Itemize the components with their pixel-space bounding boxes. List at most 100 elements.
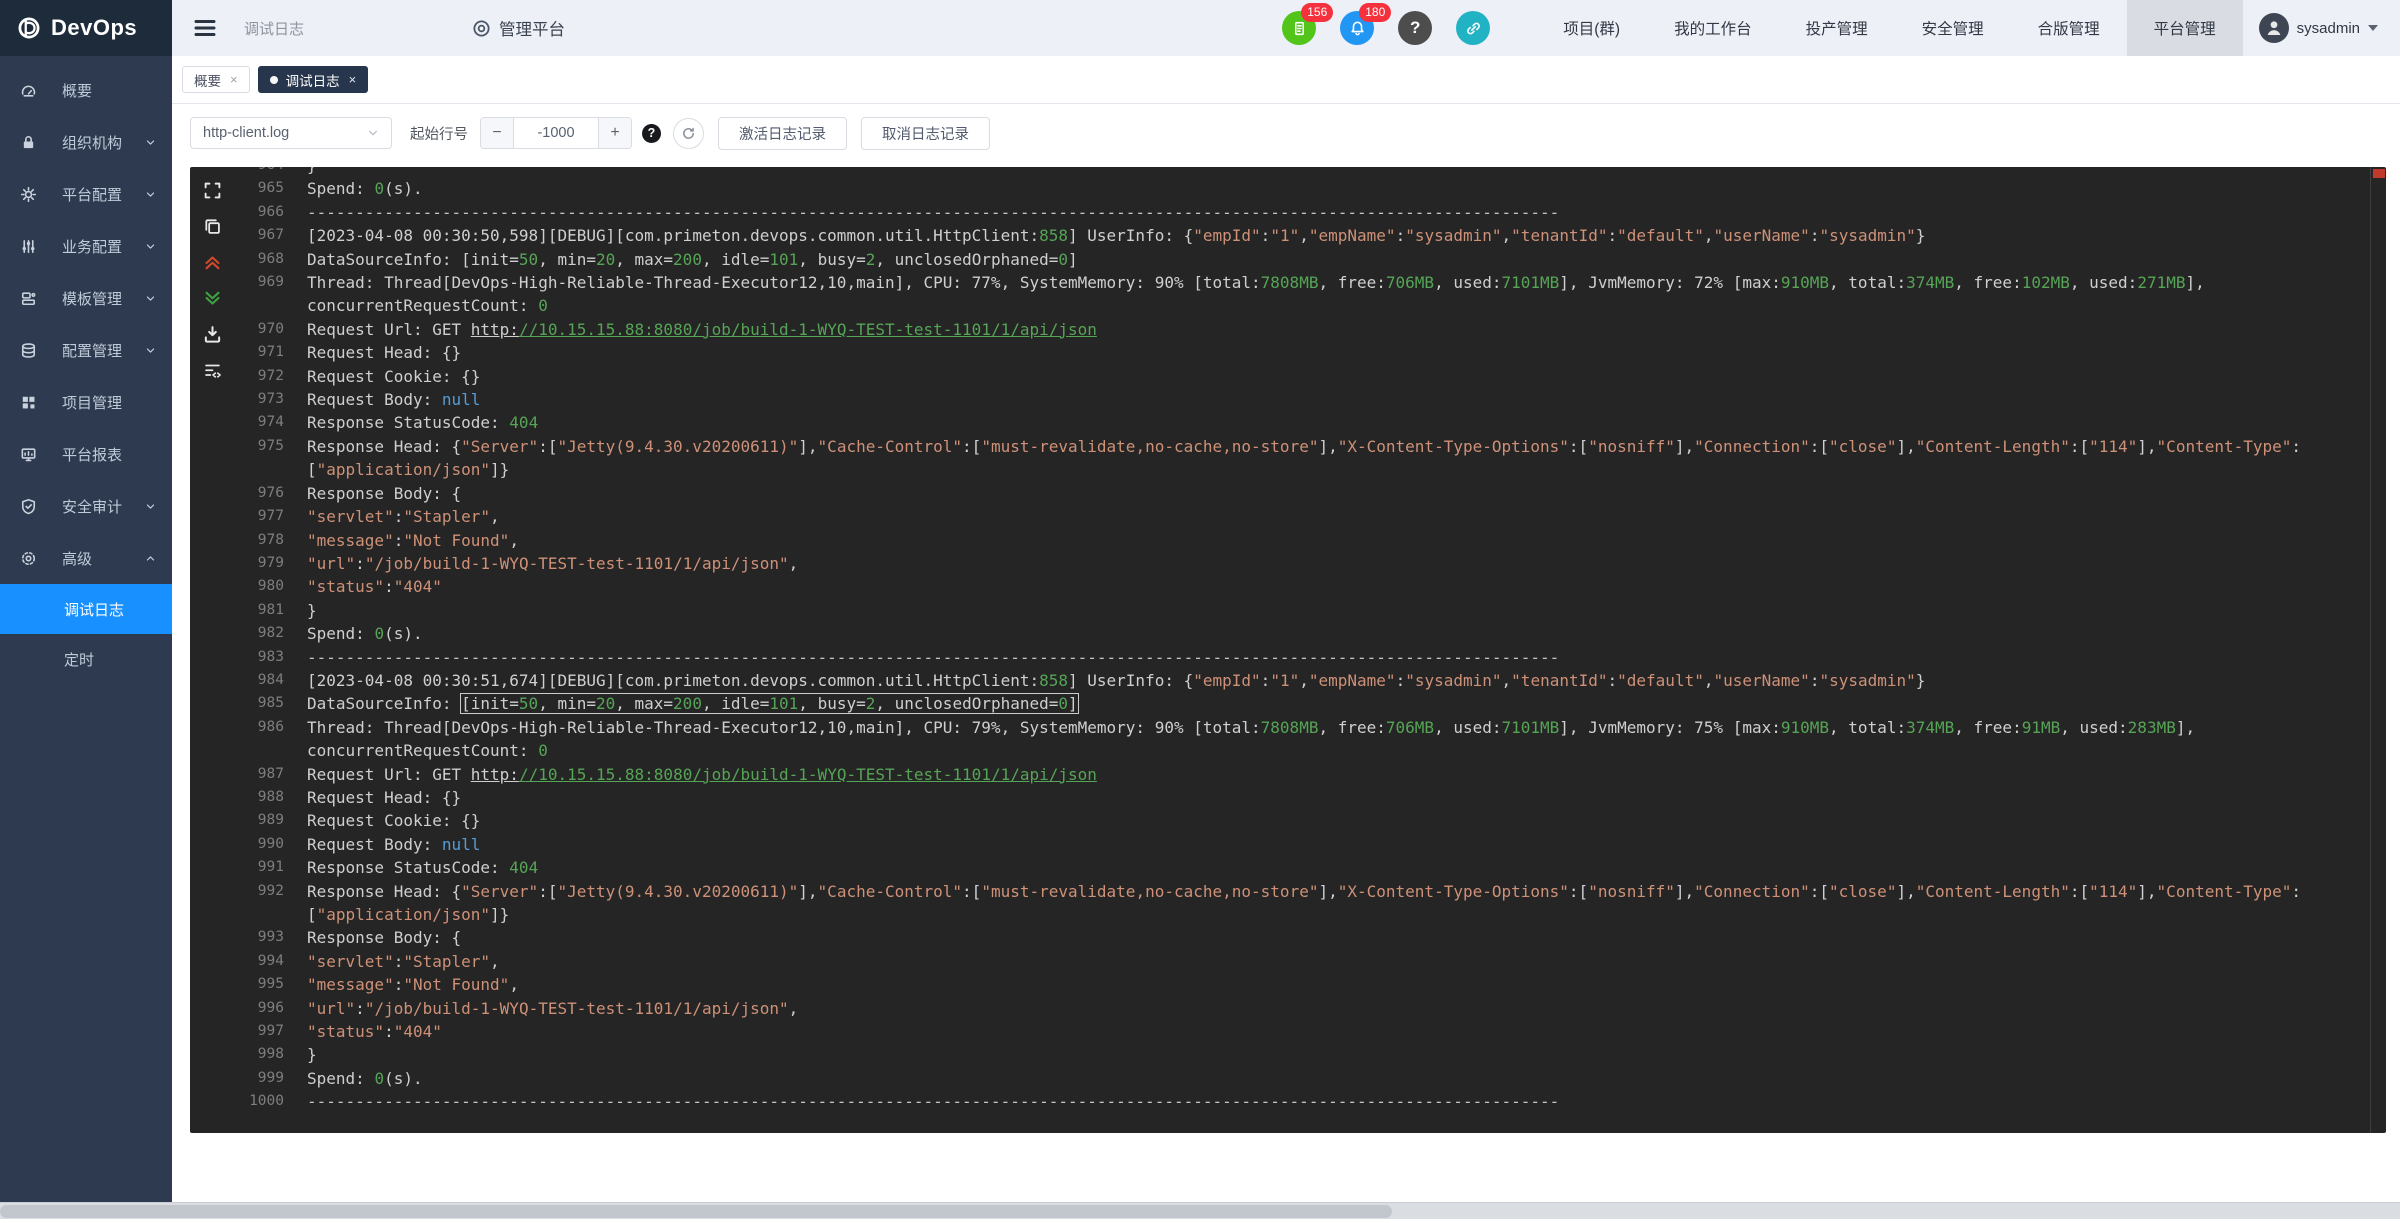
- sidebar-item-label: 配置管理: [62, 342, 123, 360]
- soft-wrap-icon[interactable]: [203, 361, 222, 380]
- copy-icon[interactable]: [203, 217, 222, 236]
- lock-icon: [20, 134, 37, 151]
- log-line-text: }: [307, 600, 317, 620]
- document-icon: [1291, 20, 1308, 37]
- sidebar-item-label: 项目管理: [62, 394, 123, 412]
- log-row: 999 Spend: 0(s).: [234, 1067, 2370, 1090]
- log-row: 970 Request Url: GET http://10.15.15.88:8…: [234, 318, 2370, 341]
- line-number: 984: [257, 671, 284, 688]
- notification-badge: 156: [1301, 3, 1334, 22]
- nav-item[interactable]: 平台管理: [2126, 0, 2243, 56]
- log-line-text: [2023-04-08 00:30:50,598][DEBUG][com.pri…: [307, 226, 1926, 246]
- sidebar-item[interactable]: 组织机构: [0, 116, 172, 168]
- report-icon: [20, 446, 37, 463]
- log-row: 995 "message":"Not Found",: [234, 973, 2370, 996]
- log-file-select[interactable]: http-client.log: [190, 117, 392, 149]
- nav-item[interactable]: 投产管理: [1779, 0, 1895, 56]
- log-row: ["application/json"]}: [234, 458, 2370, 481]
- log-line-text: DataSourceInfo: [init=50, min=20, max=20…: [307, 249, 1078, 269]
- gauge-icon: [20, 82, 37, 99]
- sidebar-subitem[interactable]: 定时: [0, 634, 172, 684]
- line-number: 999: [257, 1069, 284, 1086]
- sidebar-item[interactable]: 高级: [0, 532, 172, 584]
- header-nav: 项目(群) 我的工作台 投产管理 安全管理 合版管理 平台管理: [1536, 0, 2243, 56]
- log-line-text: ----------------------------------------…: [307, 647, 1560, 667]
- refresh-button[interactable]: [673, 117, 704, 149]
- log-row: concurrentRequestCount: 0: [234, 739, 2370, 762]
- log-row: 967 [2023-04-08 00:30:50,598][DEBUG][com.…: [234, 224, 2370, 247]
- user-menu[interactable]: sysadmin: [2243, 0, 2400, 56]
- line-number: 974: [257, 414, 284, 431]
- help-icon[interactable]: ?: [642, 123, 661, 143]
- question-button[interactable]: ?: [1398, 11, 1433, 45]
- log-row: 966 -------------------------------------…: [234, 201, 2370, 224]
- line-number: 972: [257, 367, 284, 384]
- chevron-down-icon: [2368, 25, 2378, 31]
- log-row: concurrentRequestCount: 0: [234, 294, 2370, 317]
- log-row: 998}: [234, 1043, 2370, 1066]
- bell-icon: [1349, 20, 1366, 37]
- horizontal-scrollbar[interactable]: [0, 1202, 2400, 1219]
- sidebar-item[interactable]: 配置管理: [0, 324, 172, 376]
- sidebar-item-label: 组织机构: [62, 134, 123, 152]
- log-viewer: 964} 965 Spend: 0(s). 966 ------------------…: [190, 167, 2386, 1133]
- log-row: 997 "status":"404": [234, 1020, 2370, 1043]
- advanced-icon: [20, 550, 37, 567]
- log-line-text: Response Head: {"Server":["Jetty(9.4.30.…: [307, 436, 2302, 456]
- sidebar-item[interactable]: 平台报表: [0, 428, 172, 480]
- close-icon[interactable]: ×: [349, 72, 357, 87]
- tab[interactable]: 概要 ×: [182, 66, 250, 93]
- log-line-text: concurrentRequestCount: 0: [307, 296, 548, 316]
- scroll-top-icon[interactable]: [203, 253, 222, 272]
- sidebar-item[interactable]: 业务配置: [0, 220, 172, 272]
- log-line-text: Spend: 0(s).: [307, 624, 423, 644]
- sidebar-item[interactable]: 项目管理: [0, 376, 172, 428]
- scroll-bottom-icon[interactable]: [203, 289, 222, 308]
- decrement-button[interactable]: −: [481, 118, 513, 148]
- document-button[interactable]: 156: [1282, 3, 1334, 45]
- chevron-down-icon: [145, 345, 156, 356]
- download-icon[interactable]: [203, 325, 222, 344]
- tab-label: 概要: [194, 73, 221, 89]
- activate-logging-button[interactable]: 激活日志记录: [718, 116, 847, 150]
- horizontal-scrollbar-thumb[interactable]: [0, 1205, 1392, 1218]
- log-line-text: "message":"Not Found",: [307, 530, 519, 550]
- sidebar-item[interactable]: 平台配置: [0, 168, 172, 220]
- bell-button[interactable]: 180: [1340, 3, 1392, 45]
- line-number: 986: [257, 718, 284, 735]
- log-row: 988 Request Head: {}: [234, 786, 2370, 809]
- sidebar-subitem[interactable]: 调试日志: [0, 584, 172, 634]
- log-line-text: ["application/json"]}: [307, 460, 510, 480]
- close-icon[interactable]: ×: [230, 72, 238, 87]
- log-line-text: Request Url: GET http://10.15.15.88:8080…: [307, 764, 1097, 784]
- sidebar-item[interactable]: 模板管理: [0, 272, 172, 324]
- log-line-text: "servlet":"Stapler",: [307, 951, 500, 971]
- platform-switcher[interactable]: 管理平台: [472, 16, 565, 40]
- start-line-input[interactable]: -1000: [513, 118, 599, 148]
- username: sysadmin: [2296, 19, 2360, 37]
- link-button[interactable]: [1456, 11, 1491, 45]
- nav-item[interactable]: 合版管理: [2011, 0, 2127, 56]
- tab[interactable]: 调试日志 ×: [257, 66, 369, 93]
- log-scrollbar-gutter[interactable]: [2370, 167, 2386, 1133]
- scroll-error-marker: [2373, 169, 2385, 178]
- log-lines[interactable]: 964} 965 Spend: 0(s). 966 ------------------…: [234, 167, 2370, 1133]
- sidebar-item[interactable]: 安全审计: [0, 480, 172, 532]
- log-row: 981}: [234, 599, 2370, 622]
- log-row: 996 "url":"/job/build-1-WYQ-TEST-test-110…: [234, 997, 2370, 1020]
- log-line-text: Thread: Thread[DevOps-High-Reliable-Thre…: [307, 273, 2205, 293]
- nav-item[interactable]: 安全管理: [1895, 0, 2011, 56]
- nav-item[interactable]: 项目(群): [1536, 0, 1647, 56]
- menu-toggle-icon[interactable]: [192, 15, 218, 41]
- log-row: 984 [2023-04-08 00:30:51,674][DEBUG][com.…: [234, 669, 2370, 692]
- fullscreen-icon[interactable]: [203, 181, 222, 200]
- sidebar-item[interactable]: 概要: [0, 64, 172, 116]
- link-icon: [1465, 20, 1482, 37]
- log-line-text: Request Body: null: [307, 390, 481, 410]
- nav-item[interactable]: 我的工作台: [1647, 0, 1779, 56]
- log-row: 993 Response Body: {: [234, 926, 2370, 949]
- line-number: [234, 294, 288, 317]
- increment-button[interactable]: +: [599, 118, 631, 148]
- header-icon-group: 156 180?: [1282, 3, 1514, 45]
- cancel-logging-button[interactable]: 取消日志记录: [861, 116, 990, 150]
